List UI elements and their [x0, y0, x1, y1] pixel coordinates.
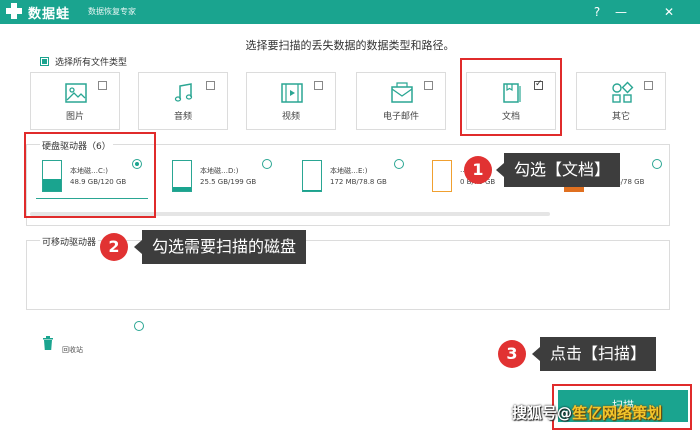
callout-1: 勾选【文档】 [495, 153, 621, 187]
type-label-other: 其它 [611, 112, 630, 122]
hard-drive-title: 硬盘驱动器（6） [40, 139, 113, 152]
type-label-video: 视频 [281, 112, 300, 122]
recycle-bin-radio[interactable] [134, 321, 144, 331]
callout-2: 勾选需要扫描的磁盘 [133, 230, 307, 264]
step-badge-3: 3 [498, 340, 526, 368]
minimize-button[interactable]: — [612, 3, 630, 21]
app-logo-icon [6, 3, 22, 19]
drive-e-radio[interactable] [394, 159, 404, 169]
trash-icon [43, 336, 53, 350]
app-subtitle: 数据恢复专家 [88, 7, 136, 16]
drive-e-name: 本地磁…E:) [330, 167, 368, 175]
type-card-document[interactable]: 文档 [466, 72, 556, 130]
drive-c-icon [42, 160, 62, 192]
type-card-audio[interactable]: 音频 [138, 72, 228, 130]
drive-d-icon [172, 160, 192, 192]
instruction-text: 选择要扫描的丢失数据的数据类型和路径。 [245, 39, 455, 52]
email-checkbox[interactable] [424, 81, 433, 90]
drive-g-radio[interactable] [652, 159, 662, 169]
type-card-video[interactable]: 视频 [246, 72, 336, 130]
step-badge-2: 2 [100, 233, 128, 261]
type-card-image[interactable]: 图片 [30, 72, 120, 130]
watermark: 搜狐号@笙亿网络策划 [512, 402, 662, 423]
type-label-document: 文档 [501, 112, 520, 122]
step-badge-1: 1 [464, 156, 492, 184]
video-icon [281, 83, 303, 103]
audio-checkbox[interactable] [206, 81, 215, 90]
drive-c-name: 本地磁…C:) [70, 167, 108, 175]
callout-3: 点击【扫描】 [531, 337, 657, 371]
drive-e-size: 172 MB/78.8 GB [330, 178, 387, 186]
type-label-email: 电子邮件 [382, 112, 419, 122]
type-card-other[interactable]: 其它 [576, 72, 666, 130]
other-checkbox[interactable] [644, 81, 653, 90]
removable-drive-title: 可移动驱动器 [40, 235, 99, 248]
drive-c-underline [36, 198, 148, 199]
select-all-types[interactable]: 选择所有文件类型 [40, 55, 127, 68]
type-label-image: 图片 [65, 112, 84, 122]
help-button[interactable]: ? [588, 3, 606, 21]
select-all-checkbox[interactable] [40, 57, 49, 66]
title-bar: 数据蛙 数据恢复专家 ? — ✕ [0, 0, 700, 24]
video-checkbox[interactable] [314, 81, 323, 90]
recycle-bin[interactable]: 回收站 [40, 336, 100, 360]
recycle-bin-label: 回收站 [62, 346, 83, 354]
drive-d-size: 25.5 GB/199 GB [200, 178, 257, 186]
document-checkbox[interactable] [534, 79, 543, 90]
drive-e-icon [302, 160, 322, 192]
drive-f-icon [432, 160, 452, 192]
image-icon [65, 83, 87, 103]
other-icon [612, 81, 634, 103]
close-button[interactable]: ✕ [660, 3, 678, 21]
document-icon [503, 83, 521, 103]
image-checkbox[interactable] [98, 81, 107, 90]
email-icon [391, 82, 413, 103]
watermark-accent: 笙亿网络策划 [572, 404, 663, 422]
type-card-email[interactable]: 电子邮件 [356, 72, 446, 130]
drive-d-radio[interactable] [262, 159, 272, 169]
drive-d-name: 本地磁…D:) [200, 167, 239, 175]
watermark-prefix: 搜狐号@ [512, 404, 573, 422]
type-label-audio: 音频 [173, 112, 192, 122]
select-all-label: 选择所有文件类型 [55, 58, 128, 68]
drive-scrollbar[interactable] [30, 212, 550, 216]
music-note-icon [174, 83, 193, 102]
drive-c-radio[interactable] [132, 159, 142, 169]
drive-c-size: 48.9 GB/120 GB [70, 178, 127, 186]
app-name: 数据蛙 [28, 7, 71, 22]
